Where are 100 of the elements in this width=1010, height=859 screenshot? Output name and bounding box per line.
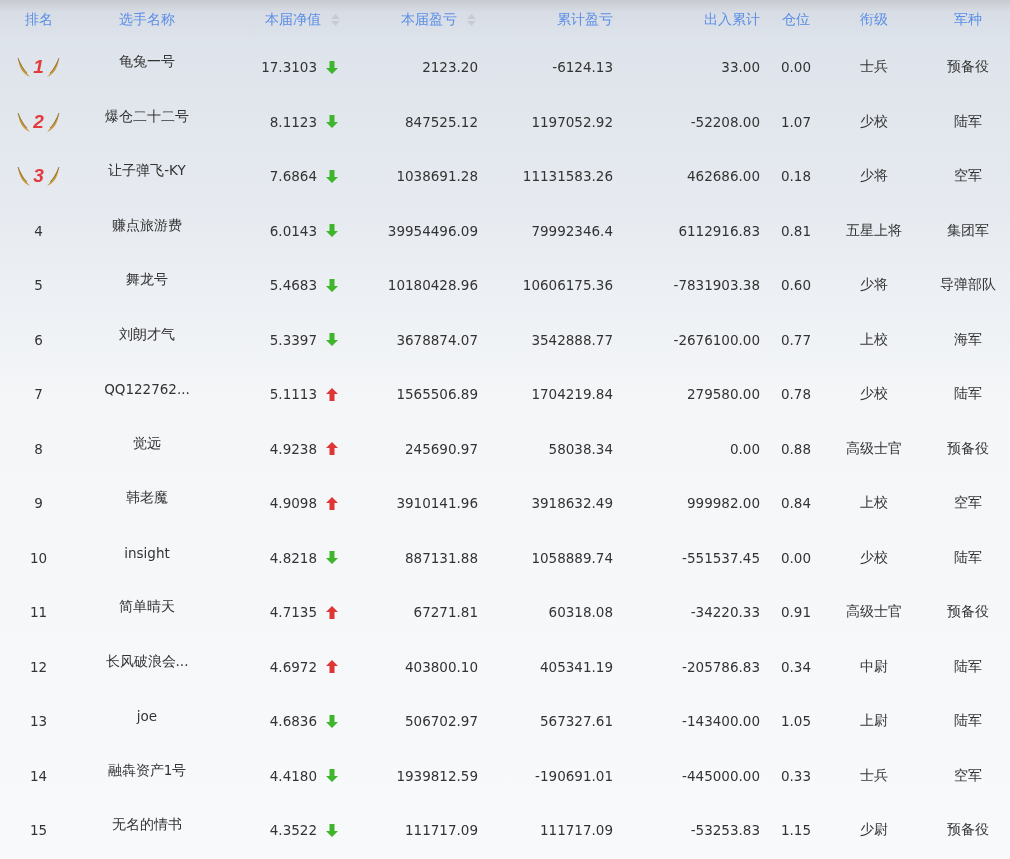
total-profit: 60318.08 — [548, 604, 613, 621]
total-profit: 1704219.84 — [531, 386, 613, 403]
rank-title: 少校 — [859, 548, 888, 567]
column-header: 排名 — [24, 11, 53, 29]
net-value: 8.1123 — [269, 113, 317, 130]
laurel-icon — [17, 165, 32, 188]
period-profit: 1565506.89 — [396, 386, 478, 403]
net-inflow: 6112916.83 — [678, 222, 760, 239]
position-ratio: 1.05 — [780, 713, 812, 730]
service-branch: 空军 — [953, 167, 982, 186]
player-name: QQ122762... — [104, 381, 190, 398]
rank-title: 上尉 — [859, 712, 888, 731]
service-branch: 陆军 — [953, 712, 982, 731]
laurel-icon — [45, 56, 60, 79]
rank-title: 少尉 — [859, 821, 888, 840]
rank-title: 士兵 — [859, 766, 888, 785]
total-profit: 10606175.36 — [522, 277, 613, 294]
total-profit: 567327.61 — [540, 713, 613, 730]
total-profit: 111717.09 — [540, 822, 613, 839]
column-header[interactable]: 本届净值 — [265, 11, 321, 29]
rank-number: 12 — [29, 658, 48, 675]
position-ratio: 0.60 — [780, 277, 812, 294]
rank-number: 7 — [34, 386, 43, 403]
rank-number: 14 — [29, 767, 48, 784]
position-ratio: 0.00 — [780, 59, 812, 76]
rank-title: 少校 — [859, 385, 888, 404]
service-branch: 陆军 — [953, 548, 982, 567]
player-name: 赚点旅游费 — [112, 216, 182, 235]
column-header: 出入累计 — [704, 11, 760, 29]
rank-number: 1 — [33, 56, 44, 79]
position-ratio: 0.77 — [780, 331, 812, 348]
period-profit: 1939812.59 — [396, 767, 478, 784]
period-profit: 3910141.96 — [396, 495, 478, 512]
service-branch: 集团军 — [946, 221, 989, 240]
rank-number: 10 — [29, 549, 48, 566]
total-profit: 405341.19 — [540, 658, 613, 675]
rank-title: 少将 — [859, 167, 888, 186]
total-profit: 79992346.4 — [531, 222, 613, 239]
period-profit: 39954496.09 — [387, 222, 478, 239]
player-name: 刘朗才气 — [119, 325, 175, 344]
service-branch: 海军 — [953, 330, 982, 349]
net-inflow: -143400.00 — [682, 713, 760, 730]
player-name: 无名的情书 — [112, 816, 182, 835]
period-profit: 887131.88 — [405, 549, 478, 566]
rank-title: 上校 — [859, 330, 888, 349]
net-value: 5.1113 — [269, 386, 317, 403]
laurel-icon — [45, 110, 60, 133]
rank-number: 5 — [34, 277, 43, 294]
column-header: 累计盈亏 — [557, 11, 613, 29]
position-ratio: 1.15 — [780, 822, 812, 839]
net-value: 17.3103 — [261, 59, 317, 76]
net-value: 5.3397 — [269, 331, 317, 348]
period-profit: 3678874.07 — [396, 331, 478, 348]
period-profit: 111717.09 — [405, 822, 478, 839]
net-inflow: -34220.33 — [690, 604, 760, 621]
position-ratio: 0.33 — [780, 767, 812, 784]
position-ratio: 0.78 — [780, 386, 812, 403]
service-branch: 预备役 — [946, 821, 989, 840]
net-inflow: -7831903.38 — [673, 277, 760, 294]
net-inflow: 0.00 — [729, 440, 760, 457]
rank-title: 高级士官 — [845, 439, 902, 458]
rank-number: 2 — [33, 110, 44, 133]
net-inflow: 33.00 — [721, 59, 760, 76]
rank-title: 少校 — [859, 112, 888, 131]
service-branch: 空军 — [953, 766, 982, 785]
player-name: 简单晴天 — [119, 598, 175, 617]
player-name: 让子弹飞-KY — [108, 162, 186, 181]
position-ratio: 0.88 — [780, 440, 812, 457]
net-value: 4.6836 — [269, 713, 317, 730]
service-branch: 预备役 — [946, 603, 989, 622]
player-name: 觉远 — [133, 434, 161, 453]
period-profit: 847525.12 — [405, 113, 478, 130]
rank-number: 8 — [34, 440, 43, 457]
service-branch: 陆军 — [953, 112, 982, 131]
player-name: 长风破浪会... — [105, 652, 189, 671]
total-profit: -190691.01 — [535, 767, 613, 784]
net-inflow: -53253.83 — [690, 822, 760, 839]
rank-title: 少将 — [859, 276, 888, 295]
period-profit: 1038691.28 — [396, 168, 478, 185]
player-name: 舞龙号 — [126, 271, 168, 290]
net-value: 6.0143 — [269, 222, 317, 239]
net-value: 4.7135 — [269, 604, 317, 621]
net-value: 4.6972 — [269, 658, 317, 675]
net-value: 4.9098 — [269, 495, 317, 512]
rank-number: 3 — [33, 165, 44, 188]
rank-title: 士兵 — [859, 58, 888, 77]
total-profit: 3542888.77 — [531, 331, 613, 348]
net-inflow: 279580.00 — [687, 386, 760, 403]
rank-number: 4 — [34, 222, 43, 239]
rank-number: 15 — [29, 822, 48, 839]
position-ratio: 0.34 — [780, 658, 812, 675]
period-profit: 506702.97 — [405, 713, 478, 730]
period-profit: 10180428.96 — [387, 277, 478, 294]
position-ratio: 0.18 — [780, 168, 812, 185]
total-profit: 11131583.26 — [522, 168, 613, 185]
total-profit: 3918632.49 — [531, 495, 613, 512]
column-header: 军种 — [953, 11, 982, 29]
period-profit: 403800.10 — [405, 658, 478, 675]
column-header[interactable]: 本届盈亏 — [401, 11, 457, 29]
rank-number: 6 — [34, 331, 43, 348]
